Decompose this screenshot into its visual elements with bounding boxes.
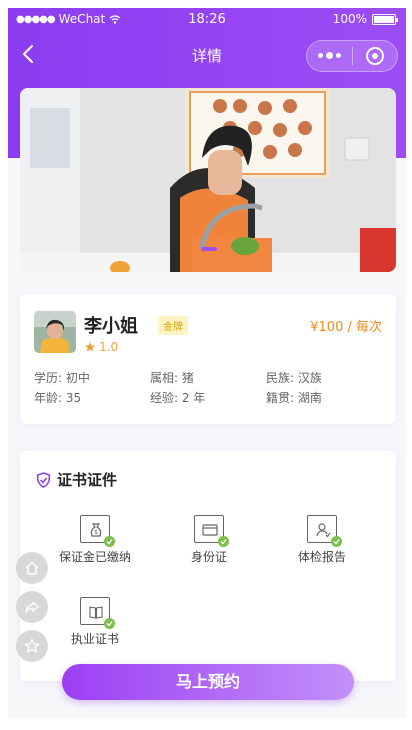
info-zodiac: 属相: 猪 bbox=[150, 371, 194, 385]
close-circle-icon[interactable] bbox=[353, 46, 397, 66]
info-row: 年龄: 35 经验: 2 年 籍贯: 湖南 bbox=[34, 389, 384, 409]
home-button[interactable] bbox=[16, 552, 48, 584]
mini-program-capsule bbox=[306, 40, 398, 72]
nav-bar: 详情 bbox=[8, 32, 406, 76]
cert-deposit[interactable]: $ 保证金已缴纳 bbox=[40, 515, 150, 565]
avatar bbox=[34, 311, 76, 353]
book-icon bbox=[80, 597, 115, 629]
certificates-title: 证书证件 bbox=[57, 471, 118, 489]
cert-label: 执业证书 bbox=[70, 632, 119, 646]
profile-card: 李小姐 金牌 1.0 ¥100 / 每次 学历: 初中 属相: 猪 民族: 汉族… bbox=[20, 294, 396, 424]
gold-badge: 金牌 bbox=[158, 316, 188, 335]
certificates-heading: 证书证件 bbox=[36, 469, 117, 490]
info-grid: 学历: 初中 属相: 猪 民族: 汉族 年龄: 35 经验: 2 年 籍贯: 湖… bbox=[34, 369, 384, 409]
cert-label: 体检报告 bbox=[297, 550, 346, 564]
book-now-button[interactable]: 马上预约 bbox=[62, 664, 354, 700]
info-age: 年龄: 35 bbox=[34, 391, 82, 405]
info-ethnicity: 民族: 汉族 bbox=[266, 371, 322, 385]
hero-photo-carousel[interactable] bbox=[20, 88, 396, 272]
cert-health-report[interactable]: 体检报告 bbox=[267, 515, 377, 565]
info-experience: 经验: 2 年 bbox=[150, 391, 206, 405]
shield-check-icon bbox=[36, 471, 51, 488]
favorite-button[interactable] bbox=[16, 630, 48, 662]
certificates-card: 证书证件 $ 保证金已缴纳 身份证 体检报告 执业证书 bbox=[20, 451, 396, 681]
svg-text:$: $ bbox=[94, 529, 98, 536]
share-button[interactable] bbox=[16, 591, 48, 623]
price: ¥100 / 每次 bbox=[310, 320, 382, 335]
app-frame: ●●●●● WeChat 18:26 100% 详情 李小姐 金牌 1.0 ¥1… bbox=[8, 8, 406, 718]
id-card-icon bbox=[194, 515, 229, 547]
status-bar: ●●●●● WeChat 18:26 100% bbox=[8, 8, 406, 30]
more-icon[interactable] bbox=[307, 52, 352, 59]
info-education: 学历: 初中 bbox=[34, 371, 90, 385]
info-row: 学历: 初中 属相: 猪 民族: 汉族 bbox=[34, 369, 384, 389]
money-bag-icon: $ bbox=[80, 515, 115, 547]
carousel-indicator bbox=[201, 247, 217, 251]
share-icon bbox=[25, 601, 39, 613]
verified-check-icon bbox=[104, 618, 115, 629]
verified-check-icon bbox=[104, 536, 115, 547]
health-report-icon bbox=[307, 515, 342, 547]
cert-id-card[interactable]: 身份证 bbox=[154, 515, 264, 565]
star-outline-icon bbox=[24, 638, 40, 653]
rating: 1.0 bbox=[84, 340, 118, 354]
star-icon bbox=[85, 342, 95, 352]
home-icon bbox=[25, 561, 39, 575]
info-hometown: 籍贯: 湖南 bbox=[266, 391, 322, 405]
battery-icon bbox=[372, 13, 398, 25]
provider-name: 李小姐 bbox=[84, 316, 138, 337]
rating-value: 1.0 bbox=[99, 340, 119, 354]
verified-check-icon bbox=[218, 536, 229, 547]
cert-practice-license[interactable]: 执业证书 bbox=[40, 597, 150, 647]
cert-label: 身份证 bbox=[190, 550, 227, 564]
verified-check-icon bbox=[331, 536, 342, 547]
hero-photo bbox=[20, 88, 396, 272]
cert-label: 保证金已缴纳 bbox=[58, 550, 131, 564]
battery-percent: 100% bbox=[332, 12, 367, 26]
